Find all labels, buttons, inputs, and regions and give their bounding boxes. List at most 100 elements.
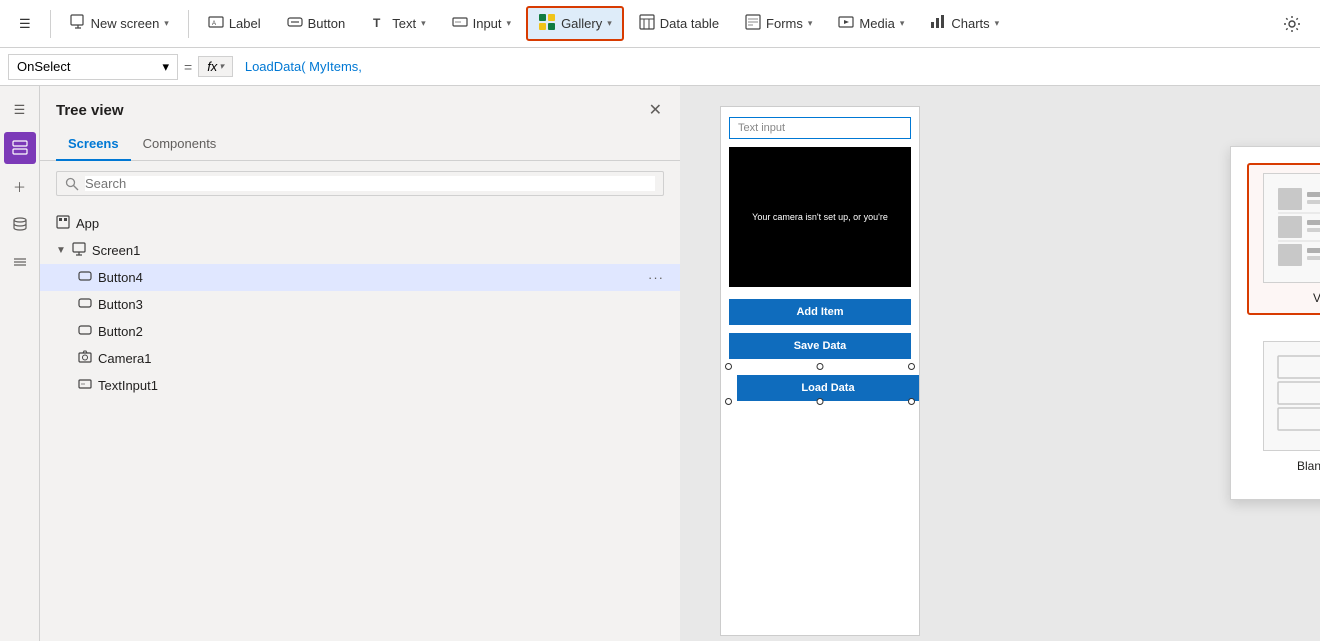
charts-label: Charts (951, 16, 989, 31)
text-icon: T (371, 14, 387, 33)
search-input[interactable] (85, 176, 655, 191)
handle-tr[interactable] (908, 363, 915, 370)
search-icon (65, 177, 79, 191)
label-label: Label (229, 16, 261, 31)
sidebar-icons: ☰ ＋ (0, 86, 40, 641)
formula-fx-label: fx (207, 59, 217, 74)
canvas-screen: Text input Your camera isn't set up, or … (720, 106, 920, 636)
add-item-button[interactable]: Add Item (729, 299, 911, 325)
app-icon (56, 215, 70, 232)
load-btn-container: Load Data (729, 367, 911, 401)
forms-chevron: ▾ (808, 18, 813, 29)
text-button[interactable]: T Text ▾ (360, 8, 436, 39)
divider-2 (188, 10, 189, 38)
sidebar-icon-tools[interactable] (4, 246, 36, 278)
tree-item-textinput1[interactable]: TextInput1 (40, 372, 680, 399)
sidebar-icon-menu[interactable]: ☰ (4, 94, 36, 126)
media-label: Media (859, 16, 894, 31)
tree-item-button2-label: Button2 (98, 324, 143, 339)
input-button[interactable]: Input ▾ (441, 8, 522, 39)
tab-screens[interactable]: Screens (56, 130, 131, 161)
tree-title: Tree view (56, 102, 124, 119)
new-screen-chevron: ▾ (164, 18, 169, 29)
hamburger-menu[interactable]: ☰ (8, 10, 42, 38)
handle-tl[interactable] (725, 363, 732, 370)
tree-item-app[interactable]: App (40, 210, 680, 237)
formula-input[interactable]: LoadData( MyItems, (239, 59, 1312, 74)
media-button[interactable]: Media ▾ (827, 8, 915, 39)
gallery-thumb-vertical (1263, 173, 1320, 283)
handle-bl[interactable] (725, 398, 732, 405)
handle-br[interactable] (908, 398, 915, 405)
sidebar-icon-db[interactable] (4, 208, 36, 240)
formula-equals: = (184, 59, 192, 75)
formula-fx-button[interactable]: fx ▾ (198, 56, 233, 77)
tree-tabs: Screens Components (40, 130, 680, 161)
camera-block: Your camera isn't set up, or you're (729, 147, 911, 287)
text-input-bar[interactable]: Text input (729, 117, 911, 139)
tree-item-button2[interactable]: Button2 (40, 318, 680, 345)
toolbar-right (1272, 9, 1312, 39)
sidebar-icon-add[interactable]: ＋ (4, 170, 36, 202)
input-label: Input (473, 16, 502, 31)
datatable-button[interactable]: Data table (628, 8, 730, 39)
tree-item-button4-label: Button4 (98, 270, 143, 285)
gallery-grid: Vertical (1247, 163, 1320, 483)
tree-item-camera1-label: Camera1 (98, 351, 151, 366)
charts-button[interactable]: Charts ▾ (919, 8, 1010, 39)
gallery-thumb-blank-vertical (1263, 341, 1320, 451)
tree-close-button[interactable]: ✕ (647, 98, 664, 122)
gallery-label-blank-vertical: Blank vertical (1297, 459, 1320, 473)
tree-item-app-label: App (76, 216, 99, 231)
formula-select[interactable]: OnSelect ▾ (8, 54, 178, 80)
gallery-chevron: ▾ (607, 18, 612, 29)
button-label: Button (308, 16, 346, 31)
tree-item-textinput1-label: TextInput1 (98, 378, 158, 393)
tree-item-button3[interactable]: Button3 (40, 291, 680, 318)
datatable-icon (639, 14, 655, 33)
tree-icon (12, 140, 28, 156)
gallery-button[interactable]: Gallery ▾ (526, 6, 624, 41)
input-chevron: ▾ (507, 18, 512, 29)
input-icon (452, 14, 468, 33)
label-button[interactable]: A Label (197, 8, 272, 39)
load-data-button[interactable]: Load Data (737, 375, 919, 401)
gallery-label: Gallery (561, 16, 602, 31)
tab-components[interactable]: Components (131, 130, 229, 161)
gallery-icon (538, 13, 556, 34)
tree-item-screen1[interactable]: ▼ Screen1 (40, 237, 680, 264)
screen-icon (72, 242, 86, 259)
settings-icon (1283, 15, 1301, 33)
svg-text:A: A (212, 21, 216, 27)
button-icon (287, 14, 303, 33)
button2-icon (78, 323, 92, 340)
media-chevron: ▾ (900, 18, 905, 29)
save-data-button[interactable]: Save Data (729, 333, 911, 359)
formula-select-value: OnSelect (17, 59, 70, 74)
tree-item-camera1[interactable]: Camera1 (40, 345, 680, 372)
new-screen-button[interactable]: New screen ▾ (59, 8, 180, 39)
tree-item-button4[interactable]: Button4 ··· (40, 264, 680, 291)
button3-icon (78, 296, 92, 313)
handle-bm[interactable] (817, 398, 824, 405)
button4-icon (78, 269, 92, 286)
label-icon: A (208, 14, 224, 33)
forms-button[interactable]: Forms ▾ (734, 8, 823, 39)
tree-items: App ▼ Screen1 Button4 ··· (40, 206, 680, 641)
tools-icon (12, 254, 28, 270)
charts-icon (930, 14, 946, 33)
canvas-content: Text input Your camera isn't set up, or … (680, 86, 1320, 641)
handle-tm[interactable] (817, 363, 824, 370)
settings-button[interactable] (1272, 9, 1312, 39)
gallery-card-vertical[interactable]: Vertical (1247, 163, 1320, 315)
gallery-card-blank-vertical[interactable]: Blank vertical (1247, 331, 1320, 483)
forms-label: Forms (766, 16, 803, 31)
db-icon (12, 216, 28, 232)
canvas-area: Text input Your camera isn't set up, or … (680, 86, 1320, 641)
gallery-label-vertical: Vertical (1313, 291, 1320, 305)
media-icon (838, 14, 854, 33)
button4-more-button[interactable]: ··· (648, 270, 664, 285)
button-button[interactable]: Button (276, 8, 357, 39)
sidebar-icon-tree[interactable] (4, 132, 36, 164)
svg-text:T: T (373, 16, 381, 30)
